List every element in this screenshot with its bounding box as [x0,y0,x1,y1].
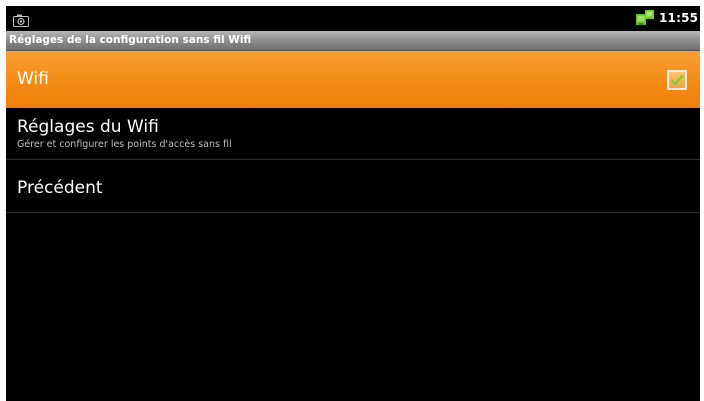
list-item-wifi-settings[interactable]: Réglages du Wifi Gérer et configurer les… [6,108,700,160]
list-item-label: Réglages du Wifi [17,117,159,137]
checkmark-icon [670,74,684,86]
status-clock: 11:55 [659,11,699,25]
camera-icon [13,12,29,27]
list-item-label: Wifi [17,69,49,89]
list-item-previous[interactable]: Précédent [6,161,700,213]
network-data-icon [636,10,654,26]
wifi-checkbox[interactable] [667,70,687,90]
device-screen: 11:55 Réglages de la configuration sans … [6,6,700,401]
page-title: Réglages de la configuration sans fil Wi… [9,34,252,46]
list-item-label: Précédent [17,178,103,198]
status-bar: 11:55 [6,6,700,31]
list-item-wifi-toggle[interactable]: Wifi [6,51,700,108]
list-item-summary: Gérer et configurer les points d'accès s… [17,139,232,150]
title-bar: Réglages de la configuration sans fil Wi… [6,31,700,51]
